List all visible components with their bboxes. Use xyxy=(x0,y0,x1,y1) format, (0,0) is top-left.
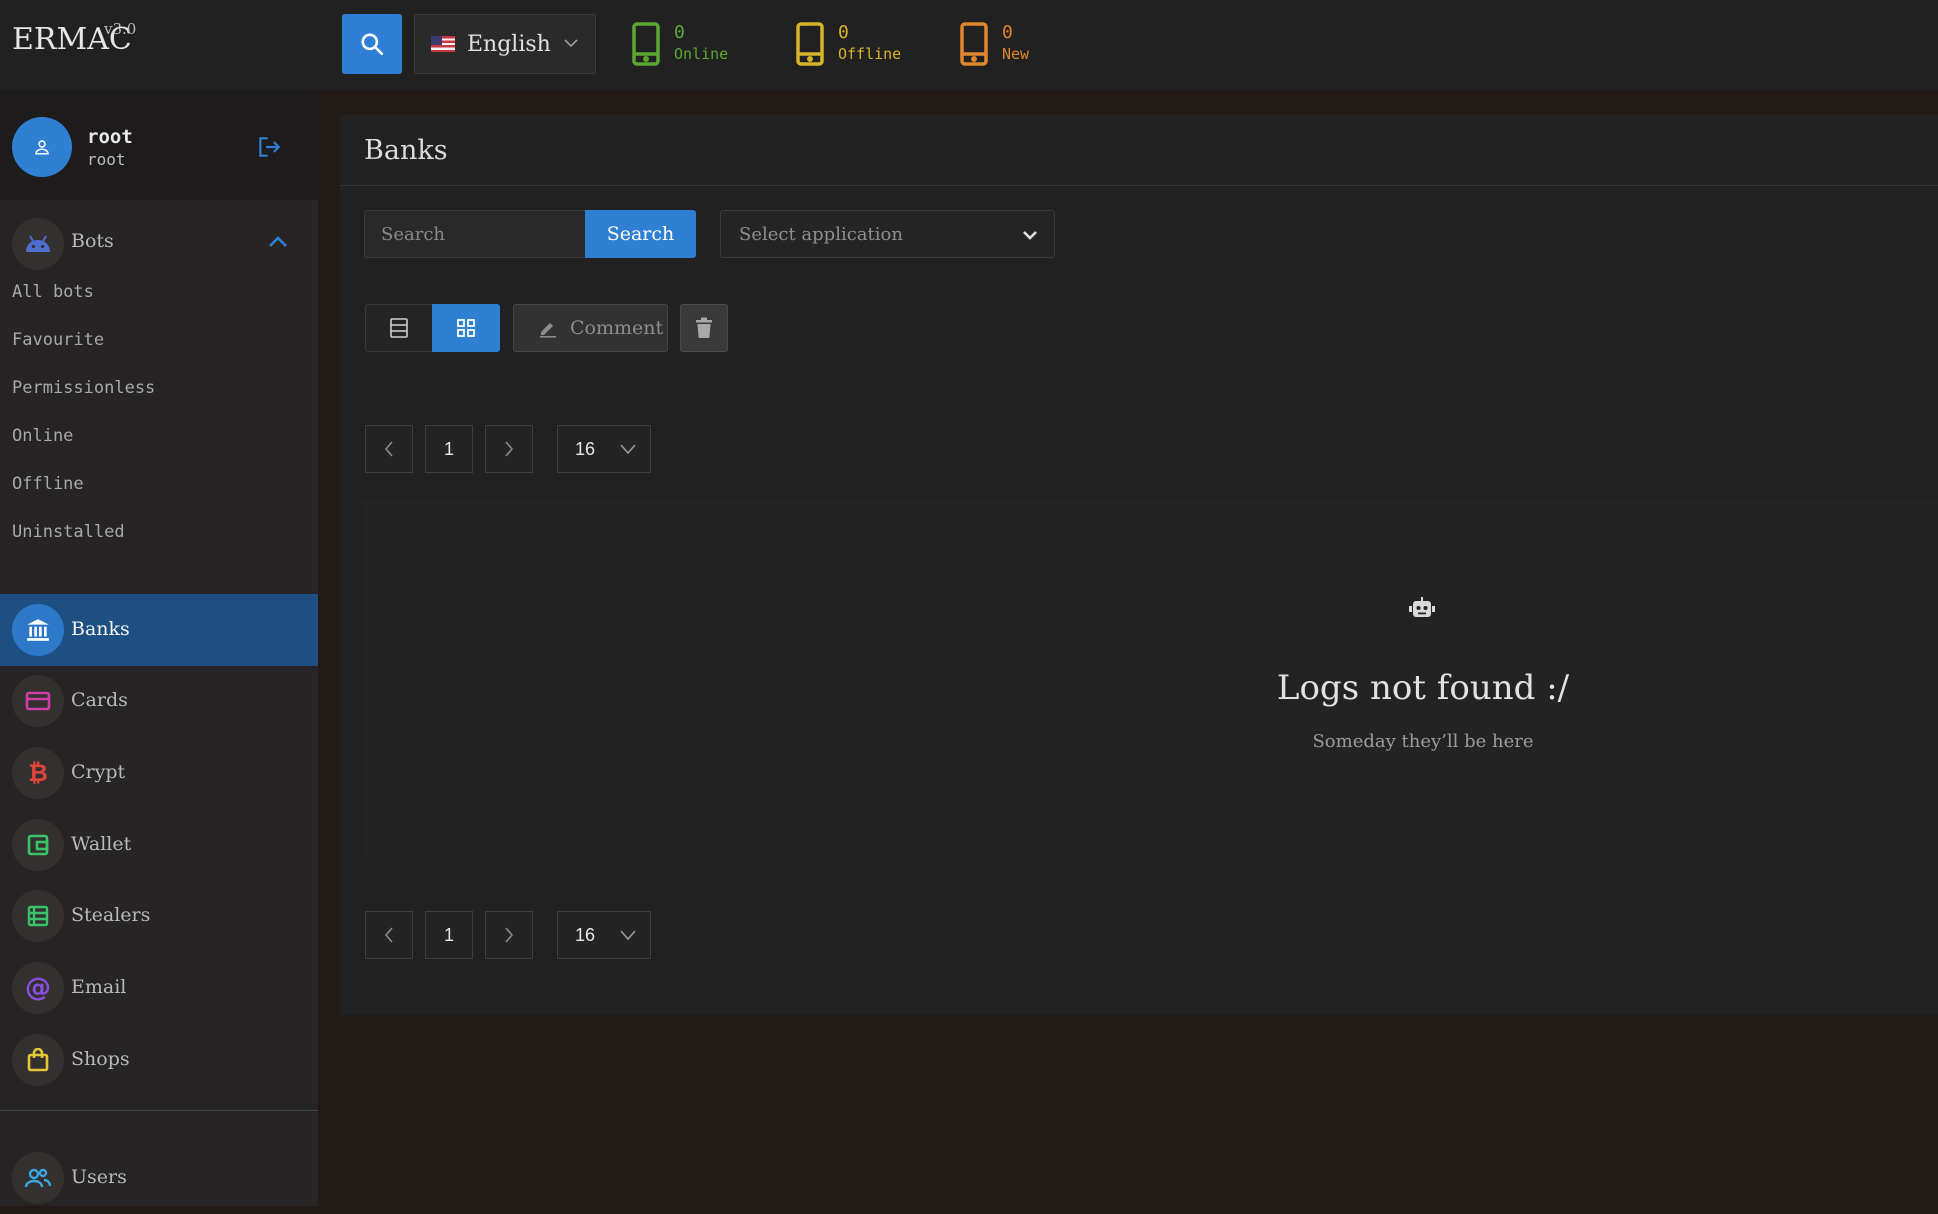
sidebar-item-label: Banks xyxy=(71,618,130,640)
wallet-icon xyxy=(12,819,64,871)
page-size-value: 16 xyxy=(575,924,596,945)
pencil-icon xyxy=(540,323,556,338)
application-select-placeholder: Select application xyxy=(739,223,903,245)
at-icon: @ xyxy=(12,962,64,1014)
sidebar-subitem-uninstalled[interactable]: Uninstalled xyxy=(12,522,125,542)
app-logo: ERMAC v3.0 xyxy=(12,20,136,57)
search-input[interactable] xyxy=(364,210,586,258)
sidebar-divider xyxy=(0,1110,318,1111)
us-flag-icon xyxy=(431,36,455,52)
language-select[interactable]: English xyxy=(414,14,596,74)
sidebar-subitem-offline[interactable]: Offline xyxy=(12,474,84,494)
search-icon xyxy=(361,33,384,56)
chevron-left-icon xyxy=(384,927,393,943)
comment-button-label: Comment xyxy=(570,317,664,339)
phone-icon xyxy=(796,22,824,66)
current-page[interactable]: 1 xyxy=(425,425,473,473)
language-label: English xyxy=(467,31,551,57)
android-icon xyxy=(12,218,64,270)
stat-count: 0 xyxy=(1002,22,1013,43)
sidebar-item-label: Users xyxy=(71,1166,127,1188)
top-bar: ERMAC v3.0 English 0 Online 0 Offline 0 … xyxy=(0,0,1938,90)
sidebar-item-label: Email xyxy=(71,976,127,998)
app-version: v3.0 xyxy=(104,20,137,38)
grid-view-button[interactable] xyxy=(432,304,500,352)
stat-label: New xyxy=(1002,45,1030,63)
sidebar-subitem-favourite[interactable]: Favourite xyxy=(12,330,104,350)
chevron-right-icon xyxy=(505,927,514,943)
sidebar-item-label: Crypt xyxy=(71,761,126,783)
sidebar-subitem-permissionless[interactable]: Permissionless xyxy=(12,378,155,398)
trash-icon xyxy=(696,317,712,338)
list-icon xyxy=(390,318,408,338)
sidebar-item-bots[interactable]: Bots xyxy=(0,208,318,280)
sidebar-item-banks[interactable]: Banks xyxy=(0,594,318,666)
stat-count: 0 xyxy=(838,22,849,43)
user-icon xyxy=(35,140,49,155)
prev-page-button[interactable] xyxy=(365,425,413,473)
grid-icon xyxy=(457,319,475,337)
user-name: root xyxy=(87,126,133,148)
bank-icon xyxy=(12,604,64,656)
sidebar-item-label: Bots xyxy=(71,230,114,252)
sidebar-item-shops[interactable]: Shops xyxy=(0,1024,318,1096)
page-size-select[interactable]: 16 xyxy=(557,911,651,959)
next-page-button[interactable] xyxy=(485,425,533,473)
stat-online[interactable]: 0 Online xyxy=(632,22,728,68)
sidebar-subitem-all-bots[interactable]: All bots xyxy=(12,282,94,302)
stat-label: Online xyxy=(674,45,729,63)
sidebar-subitem-online[interactable]: Online xyxy=(12,426,73,446)
current-page[interactable]: 1 xyxy=(425,911,473,959)
delete-button[interactable] xyxy=(680,304,728,352)
robot-icon xyxy=(1409,597,1435,617)
sidebar-item-label: Wallet xyxy=(71,833,132,855)
chevron-left-icon xyxy=(384,441,393,457)
users-icon xyxy=(12,1152,64,1204)
chevron-down-icon xyxy=(1023,231,1037,240)
comment-button[interactable]: Comment xyxy=(513,304,668,352)
avatar[interactable] xyxy=(12,117,72,177)
sidebar-item-users[interactable]: Users xyxy=(0,1142,318,1214)
phone-icon xyxy=(960,22,988,66)
table-icon xyxy=(12,890,64,942)
page-title: Banks xyxy=(364,135,448,166)
global-search-button[interactable] xyxy=(342,14,402,74)
sidebar: root root Bots All bots Favourite Permis… xyxy=(0,90,318,1206)
user-profile: root root xyxy=(0,90,318,200)
chevron-down-icon xyxy=(620,930,636,941)
page-size-value: 16 xyxy=(575,438,596,459)
main-card: Banks Search Select application Comment xyxy=(340,115,1938,1015)
application-select[interactable]: Select application xyxy=(720,210,1055,258)
next-page-button[interactable] xyxy=(485,911,533,959)
chevron-up-icon[interactable] xyxy=(268,234,288,248)
empty-state-subtitle: Someday they’ll be here xyxy=(1312,731,1534,752)
sidebar-item-label: Stealers xyxy=(71,904,151,926)
sidebar-item-stealers[interactable]: Stealers xyxy=(0,880,318,952)
bitcoin-icon: ₿ xyxy=(12,747,64,799)
phone-icon xyxy=(632,22,660,66)
list-view-button[interactable] xyxy=(365,304,433,352)
sidebar-item-email[interactable]: @ Email xyxy=(0,952,318,1024)
stat-label: Offline xyxy=(838,45,902,63)
search-button[interactable]: Search xyxy=(585,210,696,258)
sidebar-item-label: Shops xyxy=(71,1048,130,1070)
chevron-down-icon xyxy=(564,39,578,48)
chevron-right-icon xyxy=(505,441,514,457)
stat-offline[interactable]: 0 Offline xyxy=(796,22,901,68)
empty-state-title: Logs not found :/ xyxy=(1276,668,1570,708)
prev-page-button[interactable] xyxy=(365,911,413,959)
stat-count: 0 xyxy=(674,22,685,43)
stat-new[interactable]: 0 New xyxy=(960,22,1029,68)
page-size-select[interactable]: 16 xyxy=(557,425,651,473)
sidebar-item-wallet[interactable]: Wallet xyxy=(0,809,318,881)
chevron-down-icon xyxy=(620,444,636,455)
title-divider xyxy=(340,185,1938,186)
logout-icon[interactable] xyxy=(256,134,282,160)
user-role: root xyxy=(87,150,126,169)
bag-icon xyxy=(12,1034,64,1086)
